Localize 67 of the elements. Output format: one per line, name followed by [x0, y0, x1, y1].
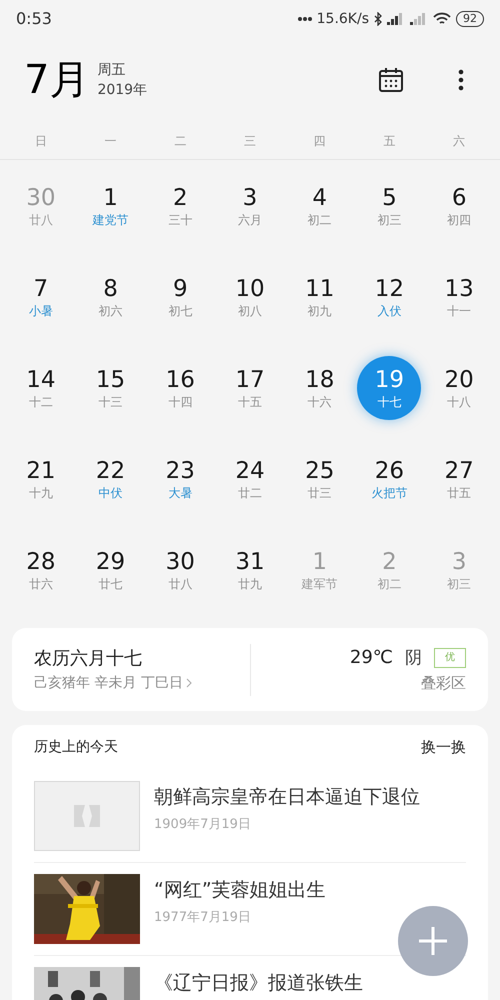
calendar-day[interactable]: 7 小暑: [8, 265, 73, 329]
calendar-day[interactable]: 9 初七: [148, 265, 212, 329]
calendar-day[interactable]: 27 廿五: [427, 447, 492, 511]
air-quality-badge: 优: [434, 648, 466, 668]
wifi-icon: [433, 12, 451, 26]
weekday-header: 五: [382, 132, 396, 150]
calendar-day[interactable]: 28 廿六: [8, 538, 73, 602]
calendar-day[interactable]: 12 入伏: [357, 265, 422, 329]
refresh-link[interactable]: 换一换: [421, 736, 466, 759]
bluetooth-icon: [374, 12, 382, 26]
calendar-day[interactable]: 15 十三: [78, 356, 143, 420]
month-title: 7月: [24, 60, 90, 100]
calendar-day[interactable]: 21 十九: [8, 447, 73, 511]
calendar-day[interactable]: 18 十六: [288, 356, 352, 420]
battery-indicator: 92: [456, 11, 484, 27]
weekday-header: 日: [34, 132, 48, 150]
weather-condition: 阴: [405, 646, 422, 670]
year-label: 2019年: [97, 81, 148, 100]
calendar-day[interactable]: 4 初二: [288, 174, 352, 238]
calendar-day[interactable]: 3 六月: [218, 174, 282, 238]
calendar-day[interactable]: 2 三十: [148, 174, 212, 238]
history-event-title[interactable]: 《辽宁日报》报道张铁生: [154, 969, 363, 997]
history-event-date: 1909年7月19日: [154, 816, 252, 834]
chevron-right-icon: [186, 678, 192, 688]
calendar-day[interactable]: 17 十五: [218, 356, 282, 420]
weekday-header: 三: [242, 132, 257, 150]
status-time: 0:53: [16, 8, 52, 30]
signal-icon: [410, 13, 428, 25]
calendar-day[interactable]: 6 初四: [427, 174, 492, 238]
calendar-day[interactable]: 11 初九: [288, 265, 352, 329]
plus-icon: [419, 927, 447, 955]
weekday-header: 二: [173, 132, 188, 150]
temperature: 29℃: [350, 646, 393, 670]
calendar-day[interactable]: 25 廿三: [288, 447, 352, 511]
calendar-day[interactable]: 8 初六: [78, 265, 143, 329]
calendar-day[interactable]: 16 十四: [148, 356, 212, 420]
weekday-header: 一: [104, 132, 118, 150]
ganzhi-date: 己亥猪年 辛未月 丁巳日: [34, 674, 183, 692]
more-dots-icon: [298, 17, 312, 21]
lunar-date: 农历六月十七: [34, 646, 143, 670]
weekday-header: 六: [452, 132, 466, 150]
history-title: 历史上的今天: [34, 738, 118, 757]
weekday-header: 四: [312, 132, 327, 150]
lunar-card[interactable]: 农历六月十七 己亥猪年 辛未月 丁巳日 29℃ 阴 优 叠彩区: [12, 628, 488, 711]
image-icon: [74, 805, 100, 827]
district-name: 叠彩区: [421, 672, 466, 694]
more-menu-icon[interactable]: [458, 69, 464, 91]
calendar-day[interactable]: 10 初八: [218, 265, 282, 329]
calendar-day[interactable]: 30 廿八: [148, 538, 212, 602]
calendar-day[interactable]: 29 廿七: [78, 538, 143, 602]
calendar-day[interactable]: 1 建党节: [78, 174, 143, 238]
history-event-date: 1977年7月19日: [154, 909, 252, 927]
history-event-title[interactable]: 朝鲜高宗皇帝在日本逼迫下退位: [154, 783, 420, 811]
calendar-day[interactable]: 14 十二: [8, 356, 73, 420]
signal-icon: [387, 13, 405, 25]
calendar-day[interactable]: 24 廿二: [218, 447, 282, 511]
calendar-day[interactable]: 13 十一: [427, 265, 492, 329]
weekday-label: 周五: [97, 61, 126, 80]
history-event-title[interactable]: “网红”芙蓉姐姐出生: [154, 876, 326, 904]
calendar-day[interactable]: 23 大暑: [148, 447, 212, 511]
calendar-day[interactable]: 5 初三: [357, 174, 422, 238]
calendar-day[interactable]: 26 火把节: [357, 447, 422, 511]
calendar-day[interactable]: 22 中伏: [78, 447, 143, 511]
calendar-day[interactable]: 31 廿九: [218, 538, 282, 602]
calendar-icon[interactable]: [378, 67, 404, 93]
calendar-day[interactable]: 20 十八: [427, 356, 492, 420]
network-speed: 15.6K/s: [316, 10, 369, 28]
